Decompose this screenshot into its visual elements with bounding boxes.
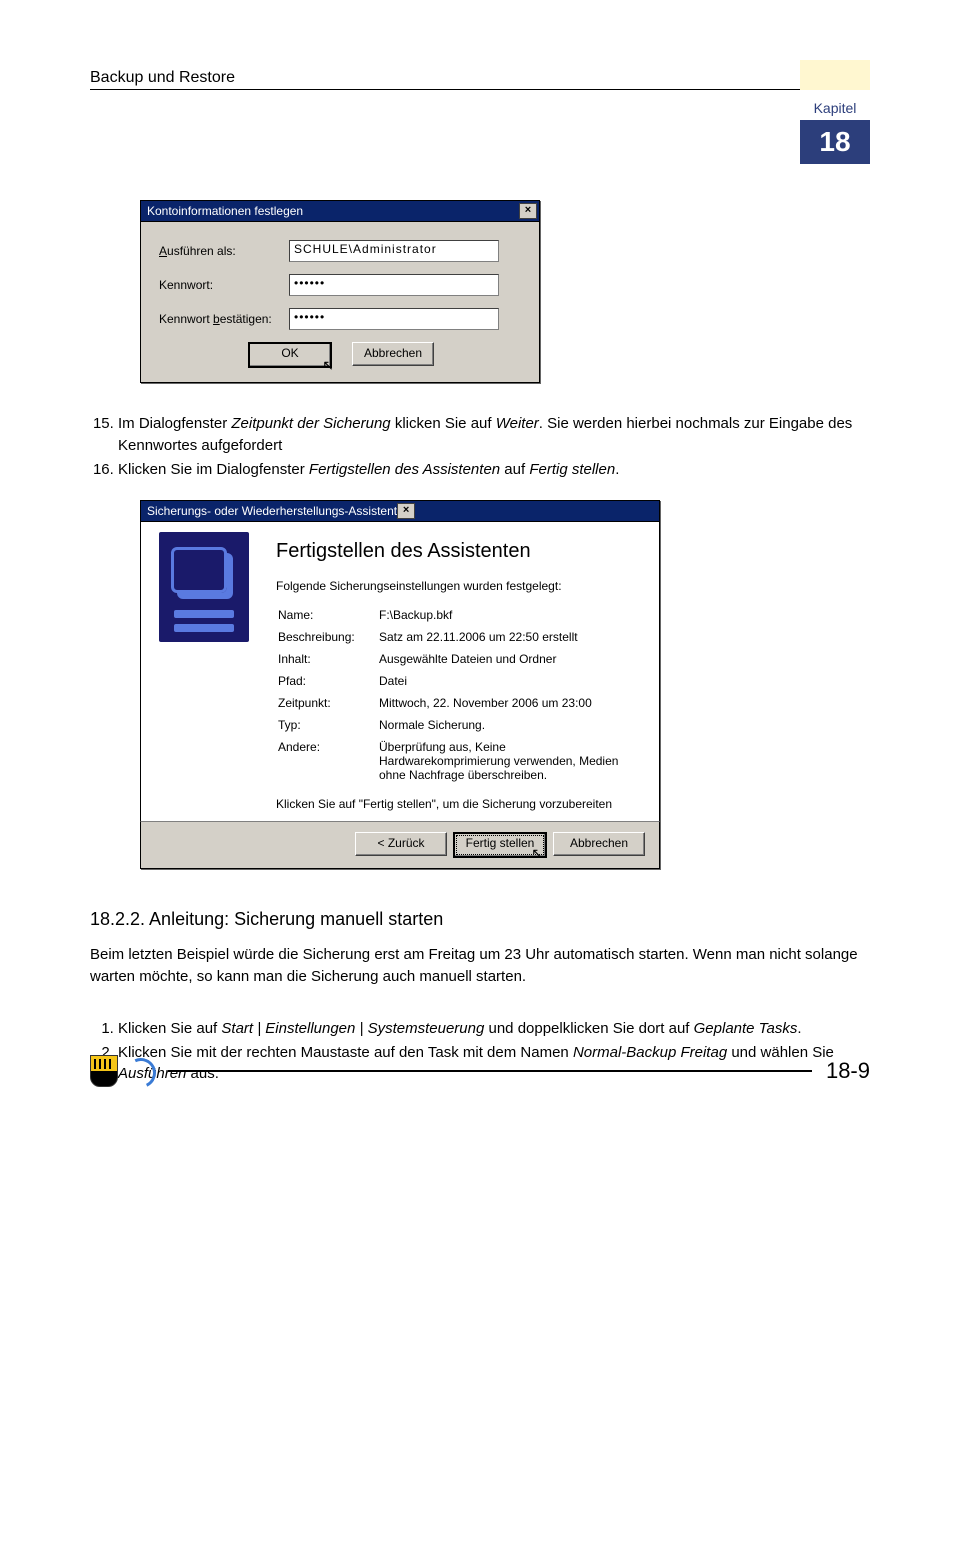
dialog-title: Kontoinformationen festlegen (147, 204, 519, 218)
row-value: Normale Sicherung. (379, 715, 641, 735)
wizard-title: Sicherungs- oder Wiederherstellungs-Assi… (147, 504, 397, 518)
chapter-number: 18 (800, 120, 870, 164)
row-label: Andere: (278, 737, 377, 785)
cursor-icon: ↖ (322, 356, 334, 374)
header-accent (800, 60, 870, 90)
close-icon[interactable]: × (397, 503, 415, 519)
row-value: Ausgewählte Dateien und Ordner (379, 649, 641, 669)
section-heading: 18.2.2. Anleitung: Sicherung manuell sta… (90, 909, 870, 930)
dialog-wizard-finish: Sicherungs- oder Wiederherstellungs-Assi… (140, 500, 660, 869)
wizard-footnote: Klicken Sie auf "Fertig stellen", um die… (276, 797, 643, 811)
row-value: Überprüfung aus, Keine Hardwarekomprimie… (379, 737, 641, 785)
chapter-label: Kapitel (800, 100, 870, 116)
run-as-field[interactable]: SCHULE\Administrator (289, 240, 499, 262)
finish-button-label: Fertig stellen (466, 836, 535, 850)
dialog-titlebar: Kontoinformationen festlegen × (140, 200, 540, 221)
run-as-label-text: usführen als: (167, 244, 236, 258)
footer-logos (90, 1055, 154, 1087)
run-as-label: Ausführen als: (159, 244, 289, 258)
footer-line (168, 1070, 812, 1072)
row-value: F:\Backup.bkf (379, 605, 641, 625)
row-label: Typ: (278, 715, 377, 735)
confirm-password-label: Kennwort bestätigen: (159, 312, 289, 326)
cancel-button[interactable]: Abbrechen (553, 832, 645, 856)
cursor-icon: ↖ (531, 844, 543, 862)
step-1: Klicken Sie auf Start | Einstellungen | … (118, 1018, 870, 1040)
row-value: Mittwoch, 22. November 2006 um 23:00 (379, 693, 641, 713)
row-label: Name: (278, 605, 377, 625)
dialog-account-info: Kontoinformationen festlegen × Ausführen… (140, 200, 540, 383)
row-value: Satz am 22.11.2006 um 22:50 erstellt (379, 627, 641, 647)
confirm-password-field[interactable]: •••••• (289, 308, 499, 330)
row-label: Pfad: (278, 671, 377, 691)
page-number: 18-9 (826, 1058, 870, 1084)
chapter-badge: Kapitel 18 (800, 100, 870, 164)
wizard-sidebar (141, 522, 266, 821)
header-title: Backup und Restore (90, 69, 235, 89)
crest-icon (90, 1055, 118, 1087)
step-16: Klicken Sie im Dialogfenster Fertigstell… (118, 459, 870, 481)
wizard-button-bar: < Zurück Fertig stellen ↖ Abbrechen (140, 821, 660, 869)
finish-button[interactable]: Fertig stellen ↖ (453, 832, 547, 858)
password-label: Kennwort: (159, 278, 289, 292)
ok-button[interactable]: OK ↖ (248, 342, 332, 368)
wizard-intro: Folgende Sicherungseinstellungen wurden … (276, 579, 643, 593)
back-button[interactable]: < Zurück (355, 832, 447, 856)
password-field[interactable]: •••••• (289, 274, 499, 296)
swoosh-icon (126, 1058, 154, 1084)
ok-button-label: OK (281, 346, 298, 360)
wizard-settings-table: Name:F:\Backup.bkf Beschreibung:Satz am … (276, 603, 643, 787)
wizard-heading: Fertigstellen des Assistenten (276, 540, 643, 563)
row-label: Beschreibung: (278, 627, 377, 647)
close-icon[interactable]: × (519, 203, 537, 219)
cancel-button[interactable]: Abbrechen (352, 342, 434, 366)
page-header: Backup und Restore (90, 60, 870, 90)
instruction-steps-a: Im Dialogfenster Zeitpunkt der Sicherung… (90, 413, 870, 480)
row-value: Datei (379, 671, 641, 691)
page-footer: 18-9 (90, 1055, 870, 1087)
section-para: Beim letzten Beispiel würde die Sicherun… (90, 944, 870, 988)
step-15: Im Dialogfenster Zeitpunkt der Sicherung… (118, 413, 870, 457)
wizard-titlebar: Sicherungs- oder Wiederherstellungs-Assi… (140, 500, 660, 521)
backup-icon (159, 532, 249, 642)
row-label: Inhalt: (278, 649, 377, 669)
row-label: Zeitpunkt: (278, 693, 377, 713)
